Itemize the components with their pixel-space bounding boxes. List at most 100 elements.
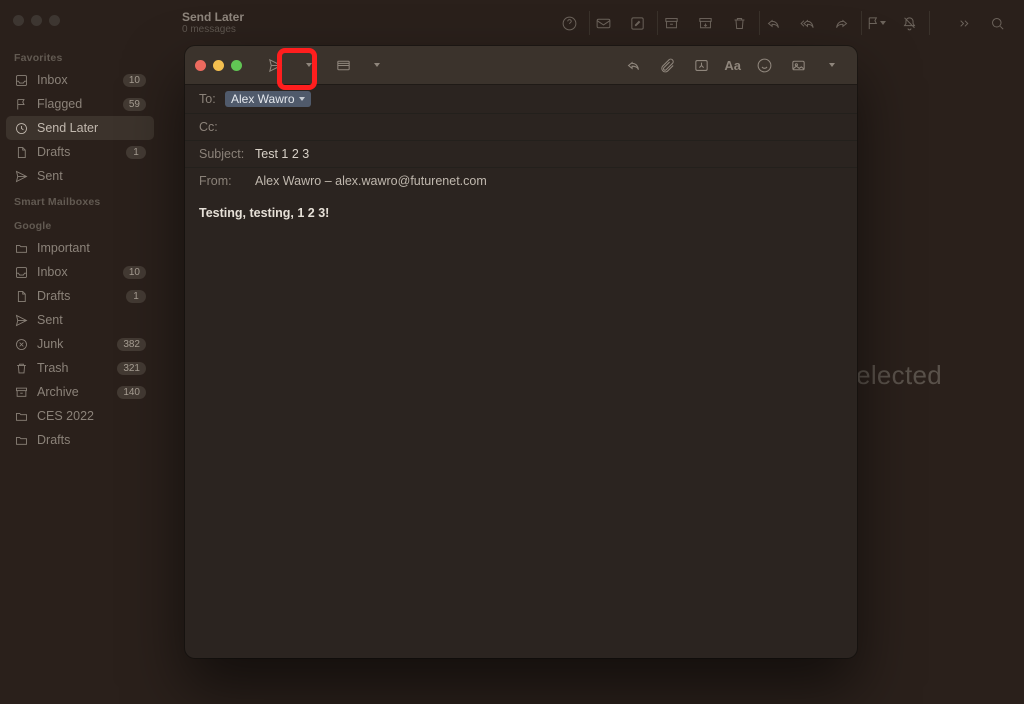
- sidebar-item-label: Archive: [37, 385, 109, 399]
- sidebar-item-sent[interactable]: Sent: [6, 308, 154, 332]
- mail-app: Send Later 0 messages FavoritesInbox10Fl…: [0, 0, 1024, 704]
- compose-toolbar: Aa: [185, 46, 857, 84]
- minimize-icon[interactable]: [213, 60, 224, 71]
- flag-icon[interactable]: [858, 9, 892, 37]
- photo-chevron-icon[interactable]: [817, 52, 847, 78]
- subject-label: Subject:: [199, 147, 255, 161]
- sidebar-item-trash[interactable]: Trash321: [6, 356, 154, 380]
- sidebar: FavoritesInbox10Flagged59Send LaterDraft…: [0, 40, 160, 704]
- subject-field[interactable]: Subject: Test 1 2 3: [185, 141, 857, 168]
- count-badge: 59: [123, 98, 146, 111]
- sidebar-item-drafts[interactable]: Drafts1: [6, 284, 154, 308]
- sidebar-item-flagged[interactable]: Flagged 59: [6, 92, 154, 116]
- sidebar-item-label: CES 2022: [37, 409, 146, 423]
- count-badge: 382: [117, 338, 146, 351]
- sidebar-item-important[interactable]: Important: [6, 236, 154, 260]
- doc-icon: [14, 145, 29, 160]
- reply-icon[interactable]: [756, 9, 790, 37]
- folder-icon: [14, 409, 29, 424]
- compose-body[interactable]: Testing, testing, 1 2 3!: [185, 194, 857, 658]
- sidebar-item-label: Drafts: [37, 145, 118, 159]
- archive-icon[interactable]: [654, 9, 688, 37]
- window-controls[interactable]: [0, 15, 73, 26]
- inbox-icon: [14, 73, 29, 88]
- sidebar-item-send-later[interactable]: Send Later: [6, 116, 154, 140]
- zoom-icon[interactable]: [231, 60, 242, 71]
- sidebar-section-label: Smart Mailboxes: [6, 188, 154, 212]
- to-label: To:: [199, 92, 225, 106]
- sidebar-item-sent[interactable]: Sent: [6, 164, 154, 188]
- sidebar-item-inbox[interactable]: Inbox 10: [6, 260, 154, 284]
- close-dim-icon[interactable]: [13, 15, 24, 26]
- help-icon[interactable]: [552, 9, 586, 37]
- mute-icon[interactable]: [892, 9, 926, 37]
- photo-icon[interactable]: [783, 52, 813, 78]
- sidebar-item-label: Important: [37, 241, 146, 255]
- chevron-down-icon: [299, 97, 305, 101]
- archive-icon: [14, 385, 29, 400]
- sidebar-item-label: Sent: [37, 169, 146, 183]
- send-button[interactable]: [260, 52, 290, 78]
- junk-icon: [14, 337, 29, 352]
- recipient-token[interactable]: Alex Wawro: [225, 91, 311, 107]
- sidebar-item-label: Inbox: [37, 265, 115, 279]
- subject-value[interactable]: Test 1 2 3: [255, 147, 309, 161]
- move-icon[interactable]: [688, 9, 722, 37]
- header-fields-icon[interactable]: [328, 52, 358, 78]
- compose-window-controls[interactable]: [195, 60, 242, 71]
- forward-icon[interactable]: [824, 9, 858, 37]
- count-badge: 10: [123, 266, 146, 279]
- header-fields-chevron-icon[interactable]: [362, 52, 392, 78]
- send-icon: [14, 313, 29, 328]
- close-icon[interactable]: [195, 60, 206, 71]
- trash-icon[interactable]: [722, 9, 756, 37]
- trash-icon: [14, 361, 29, 376]
- sidebar-item-label: Send Later: [37, 121, 146, 135]
- compose-icon[interactable]: [620, 9, 654, 37]
- overflow-icon[interactable]: [946, 9, 980, 37]
- sidebar-item-inbox[interactable]: Inbox10: [6, 68, 154, 92]
- main-toolbar: [552, 9, 1014, 37]
- send-menu-chevron-icon[interactable]: [294, 52, 324, 78]
- sidebar-item-label: Inbox: [37, 73, 115, 87]
- sidebar-item-label: Junk: [37, 337, 109, 351]
- cc-label: Cc:: [199, 120, 225, 134]
- to-field[interactable]: To: Alex Wawro: [185, 85, 857, 114]
- attach-icon[interactable]: [652, 52, 682, 78]
- mailbox-count: 0 messages: [182, 24, 244, 35]
- folder-icon: [14, 241, 29, 256]
- send-icon: [14, 169, 29, 184]
- search-icon[interactable]: [980, 9, 1014, 37]
- zoom-dim-icon[interactable]: [49, 15, 60, 26]
- from-value: Alex Wawro – alex.wawro@futurenet.com: [255, 174, 487, 188]
- sidebar-item-ces-2022[interactable]: CES 2022: [6, 404, 154, 428]
- compose-fields: To: Alex Wawro Cc: Subject: Test 1 2 3 F…: [185, 84, 857, 194]
- reply-style-icon[interactable]: [618, 52, 648, 78]
- clock-icon: [14, 121, 29, 136]
- envelope-icon[interactable]: [586, 9, 620, 37]
- format-text-button[interactable]: Aa: [720, 52, 745, 78]
- sidebar-item-label: Drafts: [37, 289, 118, 303]
- doc-icon: [14, 289, 29, 304]
- sidebar-item-label: Flagged: [37, 97, 115, 111]
- main-header: Send Later 0 messages: [170, 0, 1024, 46]
- cc-field[interactable]: Cc:: [185, 114, 857, 141]
- from-label: From:: [199, 174, 255, 188]
- mailbox-title: Send Later: [182, 11, 244, 24]
- reply-all-icon[interactable]: [790, 9, 824, 37]
- count-badge: 140: [117, 386, 146, 399]
- minimize-dim-icon[interactable]: [31, 15, 42, 26]
- sidebar-item-label: Trash: [37, 361, 109, 375]
- sidebar-item-drafts[interactable]: Drafts1: [6, 140, 154, 164]
- sidebar-item-drafts[interactable]: Drafts: [6, 428, 154, 452]
- folder-icon: [14, 433, 29, 448]
- sidebar-item-label: Sent: [37, 313, 146, 327]
- from-field[interactable]: From: Alex Wawro – alex.wawro@futurenet.…: [185, 168, 857, 194]
- sidebar-item-junk[interactable]: Junk 382: [6, 332, 154, 356]
- flag-icon: [14, 97, 29, 112]
- compose-window: Aa To: Alex Wawro Cc: Subject: Test 1 2 …: [185, 46, 857, 658]
- emoji-icon[interactable]: [749, 52, 779, 78]
- sidebar-item-label: Drafts: [37, 433, 146, 447]
- sidebar-item-archive[interactable]: Archive 140: [6, 380, 154, 404]
- link-icon[interactable]: [686, 52, 716, 78]
